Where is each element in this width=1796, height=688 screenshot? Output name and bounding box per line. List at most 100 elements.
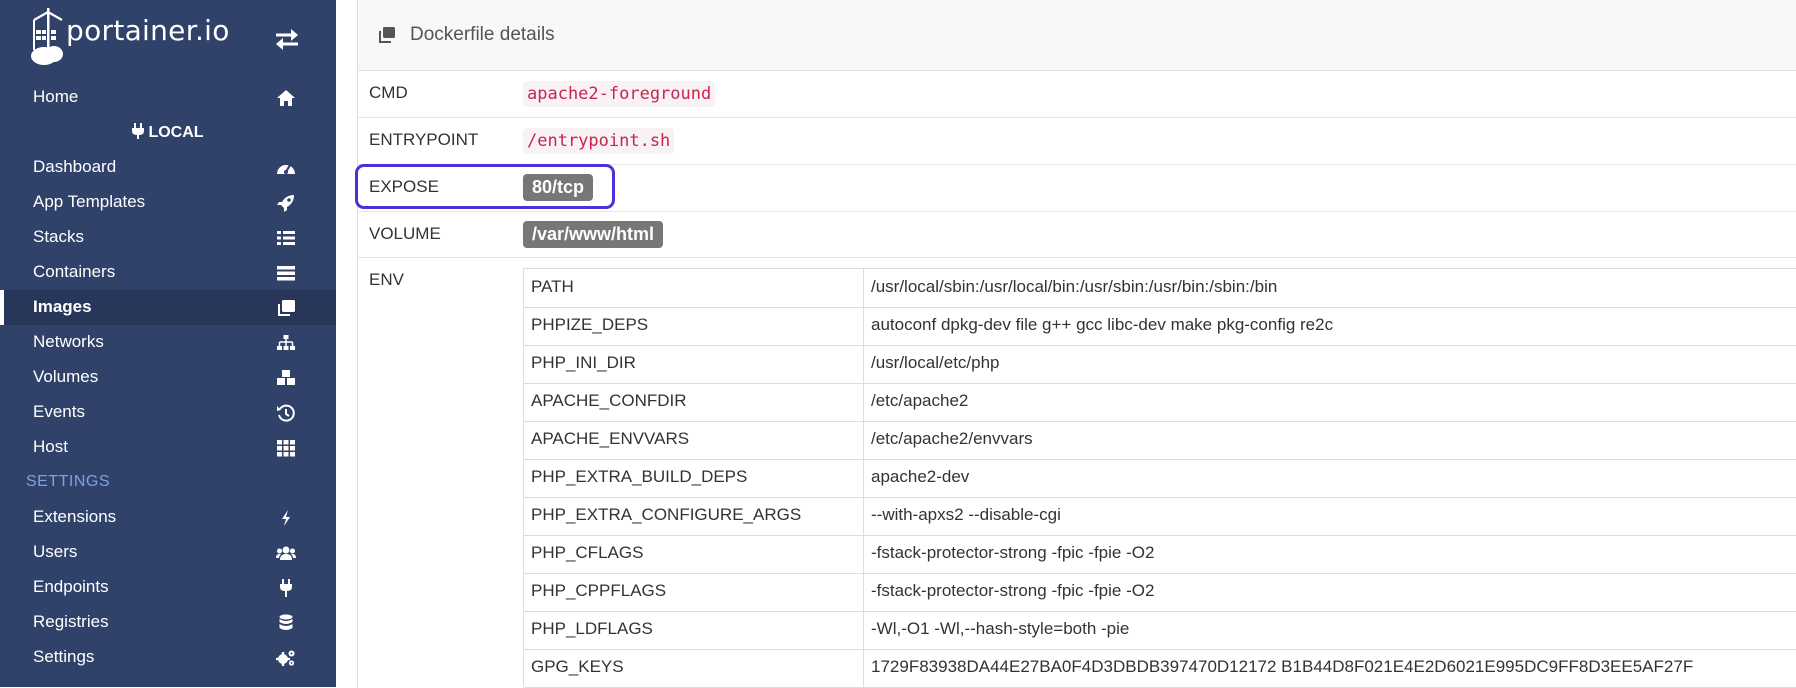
sidebar-item-events[interactable]: Events (0, 395, 336, 430)
sidebar-item-containers[interactable]: Containers (0, 255, 336, 290)
home-icon (277, 90, 295, 106)
sidebar-item-label: Dashboard (33, 157, 117, 176)
sidebar-item-label: Images (33, 297, 92, 316)
sidebar-item-endpoints[interactable]: Endpoints (0, 570, 336, 605)
env-key: ENV (369, 270, 404, 289)
sidebar-item-label: Host (33, 437, 68, 456)
env-table: PATH/usr/local/sbin:/usr/local/bin:/usr/… (523, 268, 1796, 688)
expose-port-label: 80/tcp (523, 174, 594, 201)
sidebar-item-label: App Templates (33, 192, 146, 211)
sidebar-item-dashboard[interactable]: Dashboard (0, 150, 336, 185)
env-var-name-cell: PHP_EXTRA_CONFIGURE_ARGS (524, 497, 864, 535)
endpoint-name: LOCAL (148, 124, 204, 141)
env-var-value: /usr/local/sbin:/usr/local/bin:/usr/sbin… (871, 277, 1278, 296)
sidebar-item-host[interactable]: Host (0, 430, 336, 465)
env-var-value: /etc/apache2/envvars (871, 429, 1033, 448)
env-var-name: PHP_EXTRA_CONFIGURE_ARGS (531, 505, 802, 524)
sidebar-item-label: Registries (33, 612, 109, 631)
env-var-name: PHP_LDFLAGS (531, 619, 653, 638)
entrypoint-row: ENTRYPOINT /entrypoint.sh (358, 118, 1796, 165)
env-var-name-cell: PATH (524, 269, 864, 307)
sidebar-item-stacks[interactable]: Stacks (0, 220, 336, 255)
sitemap-icon (277, 335, 295, 350)
clone-icon (278, 300, 295, 316)
volume-key: VOLUME (369, 224, 441, 243)
cmd-row: CMD apache2-foreground (358, 71, 1796, 118)
env-var-value-cell: -Wl,-O1 -Wl,--hash-style=both -pie (864, 611, 1796, 649)
dockerfile-details-widget: Dockerfile details CMD apache2-foregroun… (357, 0, 1796, 688)
env-table-row: PHP_INI_DIR/usr/local/etc/php (524, 345, 1796, 384)
volume-path-label: /var/www/html (523, 221, 664, 248)
rocket-icon (277, 195, 294, 212)
database-icon (279, 614, 293, 630)
env-var-value-cell: -fstack-protector-strong -fpic -fpie -O2 (864, 535, 1796, 573)
sidebar-item-label: Endpoints (33, 577, 109, 596)
expose-key: EXPOSE (369, 177, 439, 196)
sidebar-item-home[interactable]: Home (0, 80, 336, 115)
env-var-name: PHP_CFLAGS (531, 543, 644, 562)
sidebar-item-label: Stacks (33, 227, 85, 246)
sidebar-item-label: Events (33, 402, 85, 421)
env-table-row: GPG_KEYS 1729F83938DA44E27BA0F4D3DBDB3974… (524, 649, 1796, 688)
env-var-name: PATH (531, 277, 574, 296)
env-var-name: PHP_EXTRA_BUILD_DEPS (531, 467, 748, 486)
env-var-value-cell: --with-apxs2 --disable-cgi (864, 497, 1796, 535)
env-var-value-cell: /usr/local/etc/php (864, 345, 1796, 383)
sidebar-item-label: Volumes (33, 367, 99, 386)
sidebar-item-networks[interactable]: Networks (0, 325, 336, 360)
brand-name: portainer.io (66, 14, 230, 47)
sidebar-item-volumes[interactable]: Volumes (0, 360, 336, 395)
sidebar-item-label: Extensions (33, 507, 117, 526)
sidebar-item-label: Home (33, 87, 79, 106)
env-var-name-cell: PHP_CFLAGS (524, 535, 864, 573)
env-table-row: PHP_CPPFLAGS -fstack-protector-strong -fp… (524, 573, 1796, 612)
env-var-value-cell: /etc/apache2 (864, 383, 1796, 421)
plug-icon (132, 123, 145, 139)
expose-row: EXPOSE 80/tcp (358, 165, 1796, 212)
env-table-row: PHP_CFLAGS -fstack-protector-strong -fpic… (524, 535, 1796, 574)
env-var-name: PHP_CPPFLAGS (531, 581, 667, 600)
bolt-icon (282, 510, 290, 526)
history-icon (277, 404, 295, 422)
exchange-icon[interactable] (274, 28, 300, 50)
env-var-value-cell: -fstack-protector-strong -fpic -fpie -O2 (864, 573, 1796, 611)
cmd-value: apache2-foreground (523, 81, 716, 107)
tachometer-icon (277, 164, 295, 174)
widget-header: Dockerfile details (358, 0, 1796, 71)
sidebar-item-registries[interactable]: Registries (0, 605, 336, 640)
env-var-name: PHP_INI_DIR (531, 353, 636, 372)
cogs-icon (276, 650, 295, 666)
sidebar-item-extensions[interactable]: Extensions (0, 500, 336, 535)
env-var-name-cell: PHP_LDFLAGS (524, 611, 864, 649)
sidebar-item-app-templates[interactable]: App Templates (0, 185, 336, 220)
env-var-name: GPG_KEYS (531, 657, 624, 676)
env-table-row: PHPIZE_DEPS autoconf dpkg-dev file g++ gc… (524, 307, 1796, 346)
sidebar-item-images[interactable]: Images (0, 290, 336, 325)
brand-header: portainer.io (0, 0, 336, 80)
env-var-value: --with-apxs2 --disable-cgi (871, 505, 1061, 524)
env-var-name: PHPIZE_DEPS (531, 315, 649, 334)
entrypoint-key: ENTRYPOINT (369, 130, 479, 149)
settings-section-title: SETTINGS (26, 473, 111, 490)
env-var-value: apache2-dev (871, 467, 970, 486)
env-var-name: APACHE_CONFDIR (531, 391, 687, 410)
env-var-value: 1729F83938DA44E27BA0F4D3DBDB397470D12172… (871, 657, 1694, 676)
portainer-logo-icon[interactable] (30, 8, 66, 66)
env-table-row: PATH/usr/local/sbin:/usr/local/bin:/usr/… (524, 269, 1796, 308)
env-table-row: PHP_LDFLAGS -Wl,-O1 -Wl,--hash-style=both… (524, 611, 1796, 650)
sidebar-item-users[interactable]: Users (0, 535, 336, 570)
users-icon (276, 546, 296, 560)
env-var-value: /etc/apache2 (871, 391, 969, 410)
env-var-name-cell: APACHE_ENVVARS (524, 421, 864, 459)
env-table-row: APACHE_CONFDIR/etc/apache2 (524, 383, 1796, 422)
env-var-name-cell: PHPIZE_DEPS (524, 307, 864, 345)
entrypoint-value: /entrypoint.sh (523, 128, 675, 154)
sidebar: portainer.io Home LOCAL Dashboard App Te… (0, 0, 336, 687)
env-var-value: -fstack-protector-strong -fpic -fpie -O2 (871, 581, 1155, 600)
env-var-value-cell: autoconf dpkg-dev file g++ gcc libc-dev … (864, 307, 1796, 345)
main-content: Dockerfile details CMD apache2-foregroun… (336, 0, 1796, 688)
sidebar-item-label: Settings (33, 647, 95, 666)
sidebar-item-settings[interactable]: Settings (0, 640, 336, 675)
env-var-value-cell: 1729F83938DA44E27BA0F4D3DBDB397470D12172… (864, 649, 1796, 687)
widget-title: Dockerfile details (410, 24, 555, 45)
